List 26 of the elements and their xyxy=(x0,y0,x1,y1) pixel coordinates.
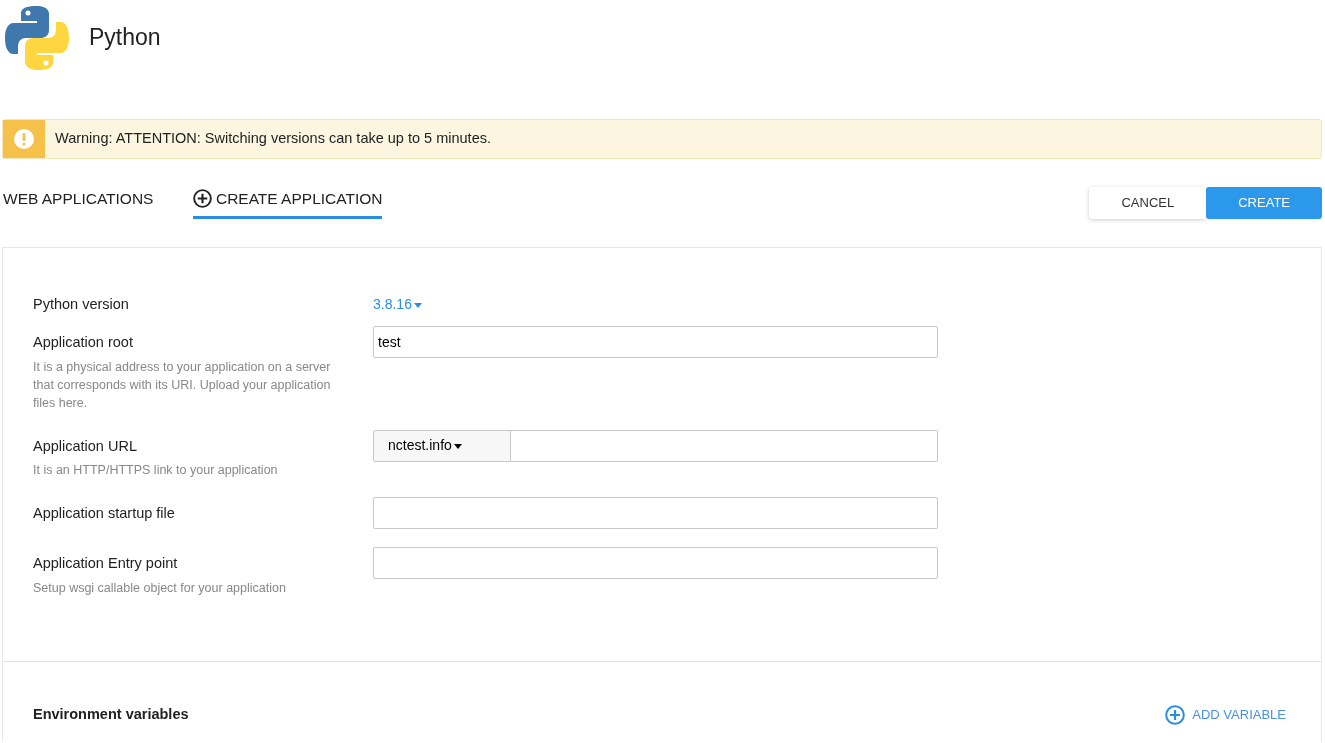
field-label: Application root xyxy=(33,332,134,352)
page-title: Python xyxy=(89,23,161,53)
field-label: Application startup file xyxy=(33,504,176,524)
section-title: Environment variables xyxy=(33,705,189,724)
caret-icon xyxy=(453,443,462,449)
field-label: Application Entry point xyxy=(33,554,179,574)
tab[interactable]: WEB APPLICATIONS xyxy=(3,187,154,220)
caret-icon xyxy=(413,302,422,308)
python-logo-icon xyxy=(5,4,69,71)
field-label: Python version xyxy=(33,295,130,314)
field-label: Application URL xyxy=(33,436,138,456)
cancel-button[interactable]: CANCEL xyxy=(1089,187,1207,219)
domain-dropdown[interactable]: nctest.info xyxy=(373,429,511,462)
warning-text: Warning: ATTENTION: Switching versions can take up to 5 minutes. xyxy=(54,129,491,149)
url-input[interactable] xyxy=(511,429,938,462)
help-text: It is a physical address to your application on a server that corresponds with its URI. Upload your application files here. xyxy=(33,358,332,412)
tab[interactable]: CREATE APPLICATION xyxy=(193,187,383,220)
help-text: Setup wsgi callable object for your application xyxy=(33,580,287,597)
exclamation-icon xyxy=(14,129,34,149)
help-text: It is an HTTP/HTTPS link to your application xyxy=(33,462,279,480)
input-field[interactable] xyxy=(373,547,938,580)
input-field[interactable] xyxy=(373,497,938,530)
plus-circle-icon xyxy=(193,189,213,209)
version-dropdown[interactable]: 3.8.16 xyxy=(373,288,422,315)
input-field[interactable]: test xyxy=(373,325,938,358)
plus-circle-icon xyxy=(1165,704,1186,725)
